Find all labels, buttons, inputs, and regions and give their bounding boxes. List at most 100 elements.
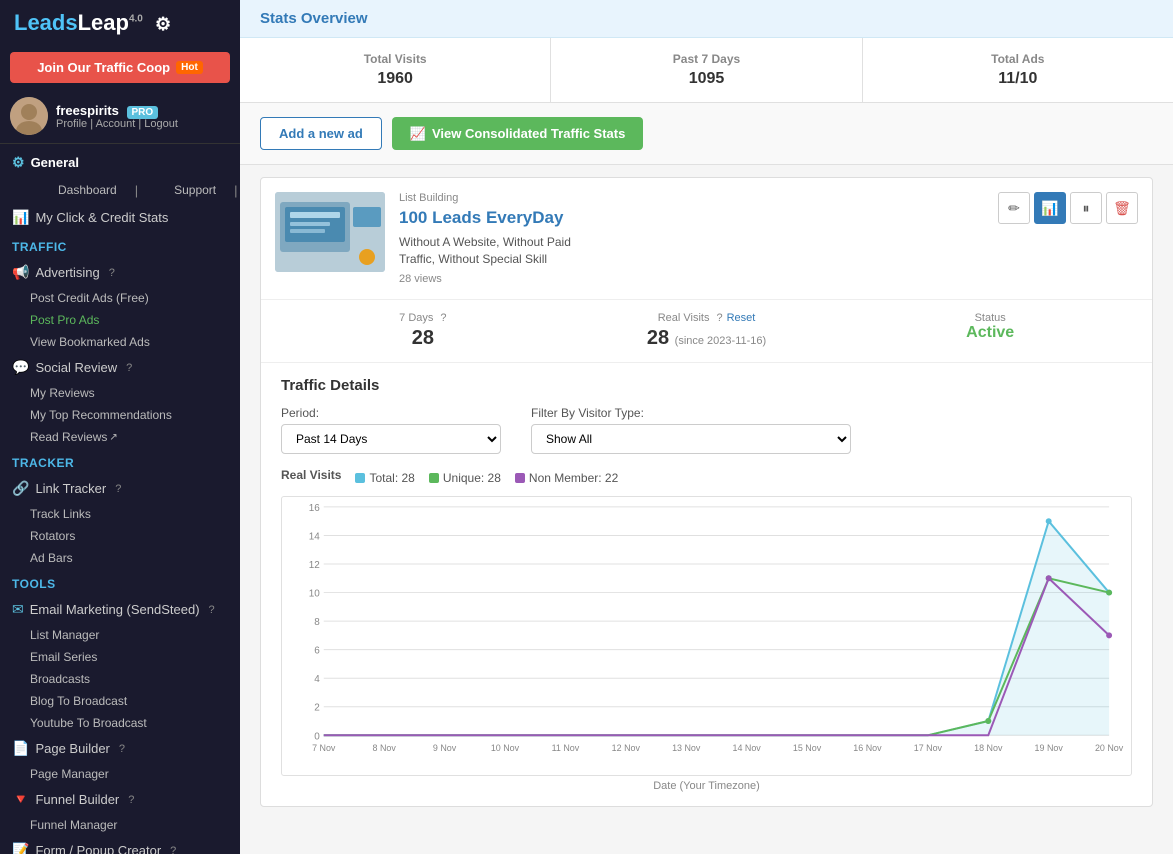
svg-text:6: 6: [314, 645, 320, 656]
real-visits-stat: Real Visits ? Reset 28 (since 2023-11-16…: [565, 312, 849, 350]
coop-button[interactable]: Join Our Traffic Coop Hot: [10, 52, 230, 83]
stats-ad-button[interactable]: 📊: [1034, 192, 1066, 224]
unique-legend-text: Unique: 28: [443, 471, 501, 485]
svg-text:4: 4: [314, 674, 320, 685]
total-legend-dot: [355, 473, 365, 483]
sidebar-item-stats[interactable]: 📊 My Click & Credit Stats: [0, 203, 240, 232]
user-links: Profile | Account | Logout: [56, 118, 230, 130]
funnel-builder-help[interactable]: ?: [128, 794, 134, 806]
link-tracker-help[interactable]: ?: [115, 483, 121, 495]
logo-text: LeadsLeap4.0 ⚙: [14, 10, 171, 36]
tools-section-header: Tools: [0, 569, 240, 595]
ad-card-top: List Building 100 Leads EveryDay Without…: [261, 178, 1152, 300]
tracker-section-header: Tracker: [0, 448, 240, 474]
advertising-icon: 📢: [12, 264, 29, 281]
form-popup-icon: 📝: [12, 842, 29, 854]
advertising-help[interactable]: ?: [109, 267, 115, 279]
svg-text:8 Nov: 8 Nov: [373, 743, 397, 753]
sidebar-item-funnel-builder[interactable]: 🔻 Funnel Builder ?: [0, 785, 240, 814]
track-links-link[interactable]: Track Links: [0, 503, 240, 525]
read-reviews-link[interactable]: Read Reviews ↗: [0, 426, 240, 448]
user-info: freespirits PRO Profile | Account | Logo…: [56, 103, 230, 130]
sidebar-item-advertising[interactable]: 📢 Advertising ?: [0, 258, 240, 287]
email-marketing-help[interactable]: ?: [209, 604, 215, 616]
action-buttons: Add a new ad 📈 View Consolidated Traffic…: [240, 103, 1173, 165]
link-tracker-label: Link Tracker: [35, 481, 106, 496]
ad-desc: Without A Website, Without Paid Traffic,…: [399, 234, 984, 268]
rotators-link[interactable]: Rotators: [0, 525, 240, 547]
hot-badge: Hot: [176, 61, 203, 74]
sidebar-item-link-tracker[interactable]: 🔗 Link Tracker ?: [0, 474, 240, 503]
status-label: Status: [848, 312, 1132, 324]
sidebar-item-social-review[interactable]: 💬 Social Review ?: [0, 353, 240, 382]
svg-text:15 Nov: 15 Nov: [793, 743, 822, 753]
page-builder-help[interactable]: ?: [119, 743, 125, 755]
form-popup-help[interactable]: ?: [170, 845, 176, 854]
nonmember-legend-item: Non Member: 22: [515, 471, 618, 485]
stats-icon: 📊: [12, 209, 29, 226]
svg-text:9 Nov: 9 Nov: [433, 743, 457, 753]
svg-text:10 Nov: 10 Nov: [491, 743, 520, 753]
sidebar-item-form-popup[interactable]: 📝 Form / Popup Creator ?: [0, 836, 240, 854]
visitor-type-select[interactable]: Show All Members Only Non Members Only: [531, 424, 851, 454]
reset-link[interactable]: Reset: [727, 312, 756, 324]
pause-ad-button[interactable]: ⏸: [1070, 192, 1102, 224]
post-pro-ads-link[interactable]: Post Pro Ads: [0, 309, 240, 331]
view-bookmarked-ads-link[interactable]: View Bookmarked Ads: [0, 331, 240, 353]
real-visits-legend: Real Visits Total: 28 Unique: 28 Non Mem…: [281, 468, 1132, 488]
total-ads-cell: Total Ads 11/10: [863, 38, 1173, 102]
youtube-broadcast-link[interactable]: Youtube To Broadcast: [0, 712, 240, 734]
traffic-chart-svg: 02468101214167 Nov8 Nov9 Nov10 Nov11 Nov…: [282, 497, 1131, 775]
logout-link[interactable]: Logout: [144, 118, 178, 130]
period-select[interactable]: Today Past 7 Days Past 14 Days Past 30 D…: [281, 424, 501, 454]
account-link[interactable]: Account: [96, 118, 136, 130]
delete-ad-button[interactable]: 🗑: [1106, 192, 1138, 224]
svg-text:11 Nov: 11 Nov: [552, 743, 580, 753]
general-label: General: [31, 155, 79, 170]
blog-broadcast-link[interactable]: Blog To Broadcast: [0, 690, 240, 712]
visitor-type-label: Filter By Visitor Type:: [531, 406, 851, 420]
support-link[interactable]: Support: [144, 179, 228, 201]
user-name: freespirits PRO: [56, 103, 230, 118]
post-credit-ads-link[interactable]: Post Credit Ads (Free): [0, 287, 240, 309]
edit-ad-button[interactable]: ✏: [998, 192, 1030, 224]
ad-bars-link[interactable]: Ad Bars: [0, 547, 240, 569]
funnel-builder-label: Funnel Builder: [35, 792, 119, 807]
nonmember-legend-text: Non Member: 22: [529, 471, 618, 485]
top-recommendations-link[interactable]: My Top Recommendations: [0, 404, 240, 426]
page-builder-label: Page Builder: [35, 741, 109, 756]
ad-title[interactable]: 100 Leads EveryDay: [399, 208, 984, 228]
logo-version: 4.0: [129, 14, 143, 25]
7-days-help-icon[interactable]: ?: [440, 312, 446, 324]
coop-label: Join Our Traffic Coop: [37, 60, 170, 75]
ad-info: List Building 100 Leads EveryDay Without…: [399, 192, 984, 285]
past-7-days-value: 1095: [571, 70, 841, 88]
total-visits-value: 1960: [260, 70, 530, 88]
dashboard-link[interactable]: Dashboard: [28, 179, 129, 201]
funnel-manager-link[interactable]: Funnel Manager: [0, 814, 240, 836]
page-manager-link[interactable]: Page Manager: [0, 763, 240, 785]
social-review-help[interactable]: ?: [126, 362, 132, 374]
past-7-days-label: Past 7 Days: [571, 52, 841, 66]
svg-text:2: 2: [314, 702, 320, 713]
real-visits-value: 28 (since 2023-11-16): [565, 327, 849, 350]
real-visits-help-icon[interactable]: ?: [716, 312, 722, 324]
email-icon: ✉: [12, 601, 24, 618]
email-series-link[interactable]: Email Series: [0, 646, 240, 668]
status-stat: Status Active: [848, 312, 1132, 350]
profile-link[interactable]: Profile: [56, 118, 87, 130]
list-manager-link[interactable]: List Manager: [0, 624, 240, 646]
add-ad-button[interactable]: Add a new ad: [260, 117, 382, 150]
sidebar-item-page-builder[interactable]: 📄 Page Builder ?: [0, 734, 240, 763]
svg-text:12: 12: [309, 560, 321, 571]
view-traffic-button[interactable]: 📈 View Consolidated Traffic Stats: [392, 117, 644, 150]
real-visits-since: (since 2023-11-16): [675, 335, 767, 347]
traffic-details: Traffic Details Period: Today Past 7 Day…: [261, 363, 1152, 806]
sidebar-item-general[interactable]: ⚙ General: [0, 144, 240, 177]
broadcasts-link[interactable]: Broadcasts: [0, 668, 240, 690]
nonmember-legend-dot: [515, 473, 525, 483]
svg-text:16 Nov: 16 Nov: [853, 743, 882, 753]
sidebar-item-email-marketing[interactable]: ✉ Email Marketing (SendSteed) ?: [0, 595, 240, 624]
my-reviews-link[interactable]: My Reviews: [0, 382, 240, 404]
ad-card: List Building 100 Leads EveryDay Without…: [260, 177, 1153, 807]
